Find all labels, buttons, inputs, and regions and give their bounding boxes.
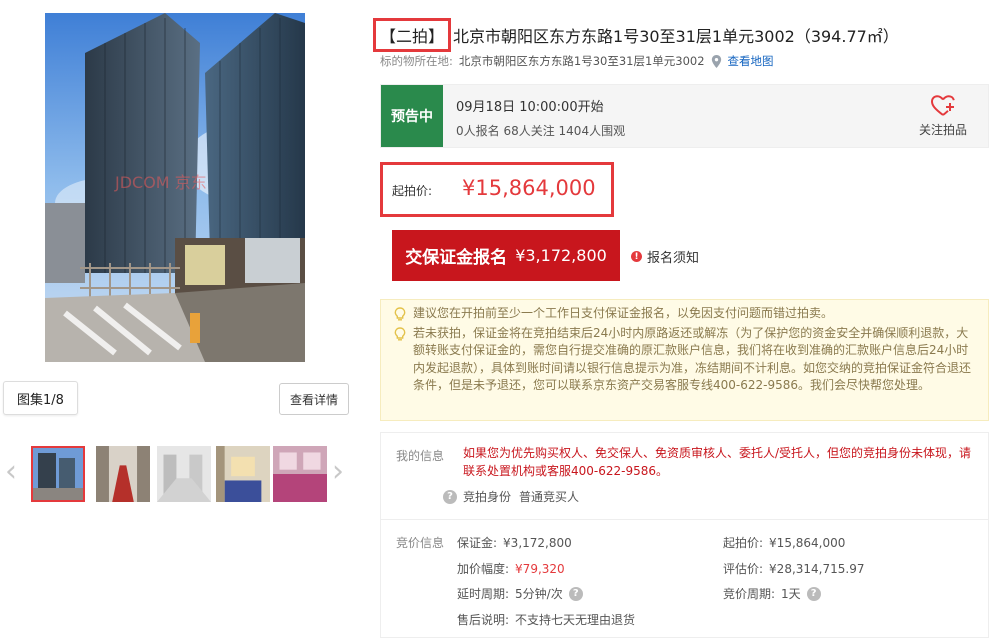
- thumbnail-5[interactable]: [273, 446, 327, 502]
- auction-stats: 0人报名 68人关注 1404人围观: [456, 124, 626, 138]
- bidder-role-label: 竞拍身份: [463, 490, 512, 504]
- start-price-field: 起拍价: ¥15,864,000: [723, 534, 845, 551]
- start-time: 09月18日 10:00:00开始: [456, 100, 604, 115]
- location-address: 北京市朝阳区东方东路1号30至31层1单元3002: [458, 54, 705, 68]
- increment-key: 加价幅度:: [457, 562, 510, 576]
- bulb-icon: [394, 326, 406, 341]
- bid-cycle-key: 竞价周期:: [723, 587, 776, 601]
- watermark-text: JDCOM 京东: [114, 173, 207, 192]
- tip-item: 建议您在开拍前至少一个工作日支付保证金报名，以免因支付问题而错过拍卖。: [393, 305, 978, 323]
- start-price-label: 起拍价:: [392, 184, 433, 198]
- follow-button[interactable]: 关注拍品: [911, 95, 975, 138]
- my-info-label: 我的信息: [396, 449, 445, 463]
- view-map-link[interactable]: 查看地图: [728, 53, 774, 69]
- bidder-role: ? 竞拍身份 普通竞买人: [443, 488, 579, 505]
- question-icon[interactable]: ?: [443, 489, 457, 504]
- bulb-icon: [394, 307, 406, 321]
- tip-item: 若未获拍，保证金将在竞拍结束后24小时内原路返还或解冻（为了保护您的资金安全并确…: [393, 325, 978, 395]
- map-pin-icon: [711, 54, 721, 68]
- chevron-left-icon[interactable]: ‹: [0, 455, 22, 489]
- registration-notice-link[interactable]: ! 报名须知: [631, 247, 699, 266]
- after-sale-field: 售后说明: 不支持七天无理由退货: [457, 611, 635, 628]
- after-sale-key: 售后说明:: [457, 613, 510, 627]
- increment-value: ¥79,320: [515, 561, 565, 576]
- deposit-field: 保证金: ¥3,172,800: [457, 534, 572, 551]
- start-price-value: ¥15,864,000: [462, 176, 596, 200]
- deposit-key: 保证金:: [457, 536, 498, 550]
- deposit-value: ¥3,172,800: [503, 535, 572, 550]
- status-panel: 预告中 09月18日 10:00:00开始 0人报名 68人关注 1404人围观…: [380, 84, 989, 148]
- increment-field: 加价幅度: ¥79,320: [457, 560, 565, 577]
- follow-label: 关注拍品: [918, 123, 967, 137]
- appraisal-key: 评估价:: [723, 562, 764, 576]
- bid-info-label: 竞价信息: [396, 536, 445, 550]
- auction-round-tag: 【二拍】: [373, 18, 452, 52]
- location-line: 标的物所在地: 北京市朝阳区东方东路1号30至31层1单元3002 查看地图: [380, 53, 774, 69]
- status-badge: 预告中: [381, 85, 443, 147]
- deposit-button-amount: ¥3,172,800: [515, 246, 607, 265]
- location-label: 标的物所在地:: [380, 54, 453, 68]
- thumbnail-4[interactable]: [216, 446, 270, 502]
- exclamation-icon: !: [631, 251, 642, 262]
- tips-panel: 建议您在开拍前至少一个工作日支付保证金报名，以免因支付问题而错过拍卖。 若未获拍…: [380, 299, 989, 421]
- view-details-button[interactable]: 查看详情: [279, 383, 349, 415]
- extension-key: 延时周期:: [457, 587, 510, 601]
- bid-info-panel: 竞价信息 保证金: ¥3,172,800 起拍价: ¥15,864,000 加价…: [380, 520, 989, 638]
- my-info-panel: 我的信息 如果您为优先购买权人、免交保人、免资质审核人、委托人/受托人，但您的竞…: [380, 432, 989, 520]
- bid-cycle-value: 1天: [781, 587, 801, 601]
- thumbnail-2[interactable]: [96, 446, 150, 502]
- title-text: 北京市朝阳区东方东路1号30至31层1单元3002（394.77㎡）: [453, 27, 899, 46]
- start-price-field-value: ¥15,864,000: [769, 535, 846, 550]
- thumbnail-1[interactable]: [31, 446, 85, 502]
- my-info-warning: 如果您为优先购买权人、免交保人、免资质审核人、委托人/受托人，但您的竞拍身份未体…: [463, 446, 972, 478]
- extension-field: 延时周期: 5分钟/次 ?: [457, 585, 583, 602]
- album-counter-button[interactable]: 图集1/8: [3, 381, 78, 415]
- bid-cycle-field: 竞价周期: 1天 ?: [723, 585, 821, 602]
- appraisal-value: ¥28,314,715.97: [769, 561, 865, 576]
- appraisal-field: 评估价: ¥28,314,715.97: [723, 560, 864, 577]
- tip-text: 若未获拍，保证金将在竞拍结束后24小时内原路返还或解冻（为了保护您的资金安全并确…: [413, 325, 972, 393]
- deposit-button-label: 交保证金报名: [405, 248, 508, 268]
- tip-text: 建议您在开拍前至少一个工作日支付保证金报名，以免因支付问题而错过拍卖。: [413, 306, 834, 320]
- heart-plus-icon: [931, 95, 955, 116]
- question-icon[interactable]: ?: [806, 586, 821, 601]
- pay-deposit-button[interactable]: 交保证金报名 ¥3,172,800: [392, 230, 620, 281]
- notice-label: 报名须知: [647, 251, 700, 266]
- main-photo[interactable]: JDCOM 京东: [45, 13, 305, 362]
- bidder-role-value: 普通竞买人: [519, 490, 580, 504]
- question-icon[interactable]: ?: [568, 586, 583, 601]
- extension-value: 5分钟/次: [515, 587, 563, 601]
- start-price-key: 起拍价:: [723, 536, 764, 550]
- after-sale-value: 不支持七天无理由退货: [515, 613, 636, 627]
- page-title: 【二拍】 北京市朝阳区东方东路1号30至31层1单元3002（394.77㎡）: [373, 18, 899, 52]
- chevron-right-icon[interactable]: ›: [327, 455, 349, 489]
- thumbnail-3[interactable]: [157, 446, 211, 502]
- start-price-box: 起拍价: ¥15,864,000: [380, 162, 614, 217]
